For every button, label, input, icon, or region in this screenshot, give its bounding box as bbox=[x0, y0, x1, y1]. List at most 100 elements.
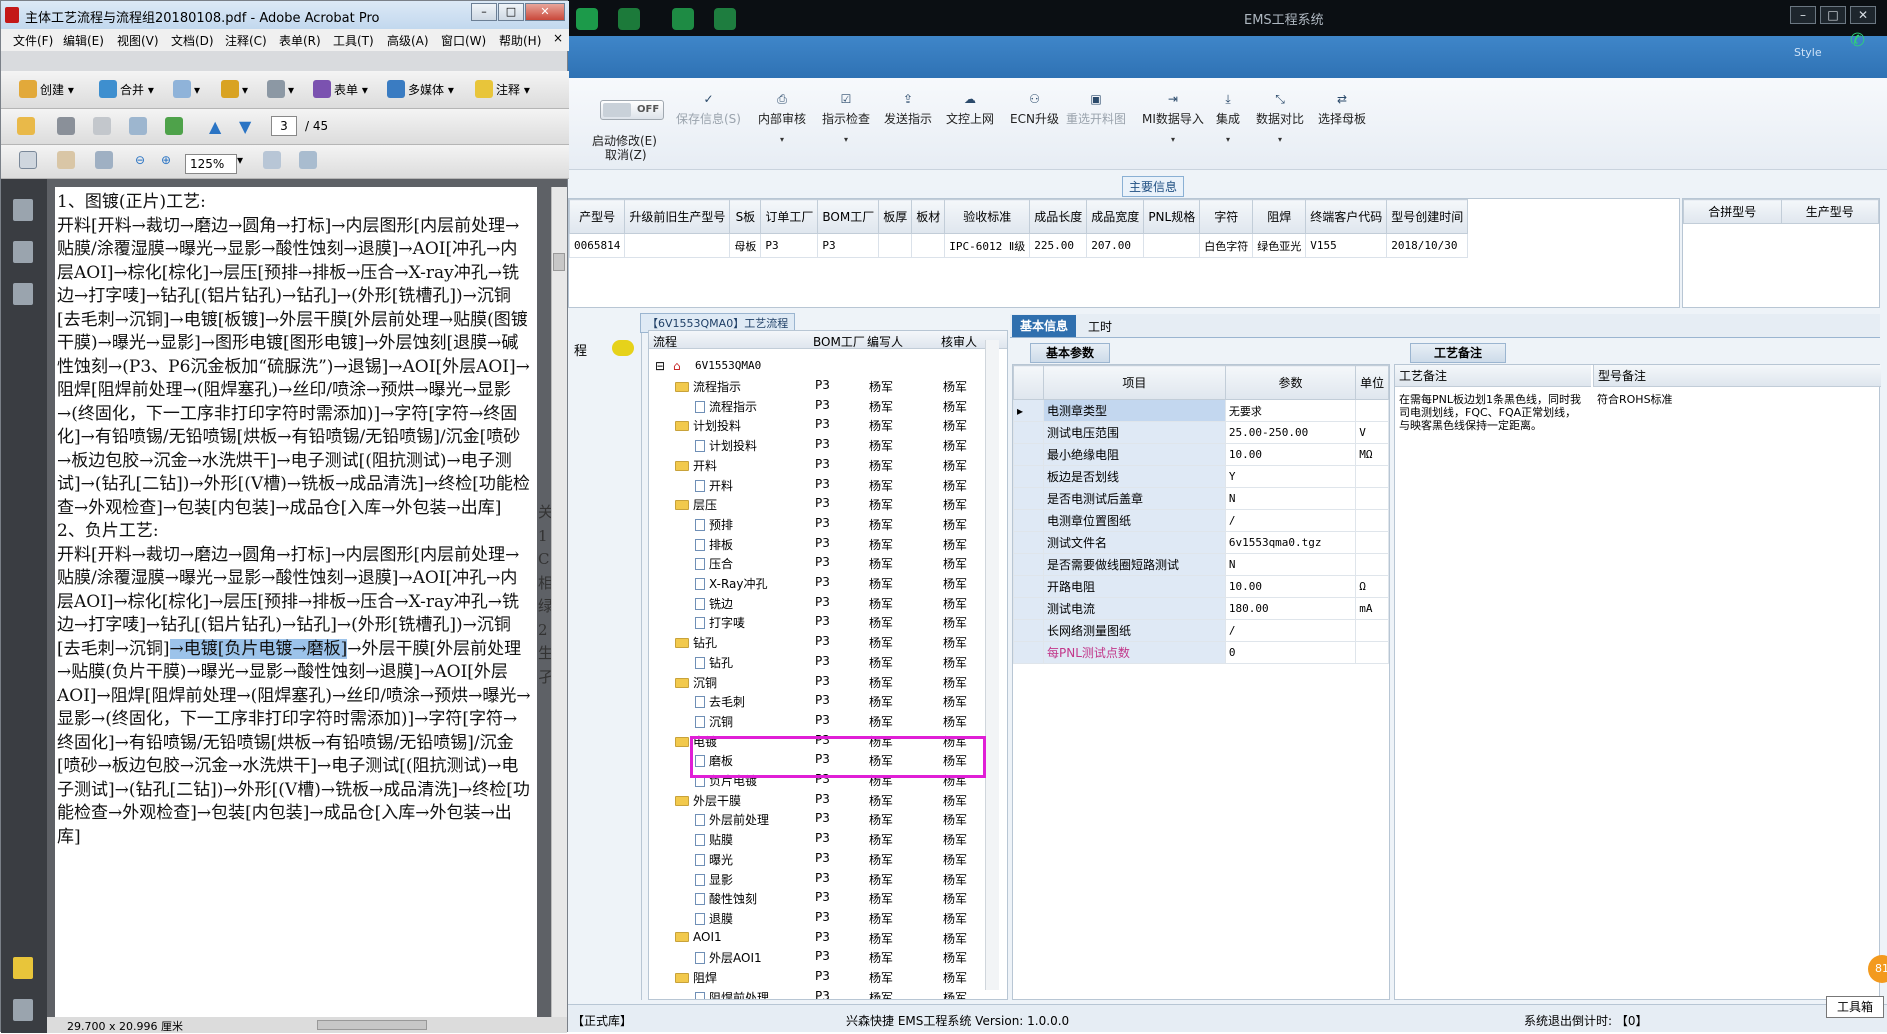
comment-button[interactable]: 注释 ▾ bbox=[475, 80, 530, 98]
tree-row[interactable]: 铣边 P3 杨军 杨军 bbox=[649, 593, 989, 612]
tree-root[interactable]: ⊟ ⌂ 6V1553QMA0 bbox=[649, 357, 989, 376]
pdf-text[interactable]: 1、图镀(正片)工艺: 开料[开料→裁切→磨边→圆角→打标]→内层图形[内层前处… bbox=[57, 191, 533, 849]
process-note[interactable]: 在需每PNL板边划1条黑色线，同时我司电测划线，FQC、FQA正常划线，与映客黑… bbox=[1399, 393, 1587, 432]
tree-row[interactable]: 沉铜 P3 杨军 杨军 bbox=[649, 711, 989, 730]
param-value[interactable]: N bbox=[1224, 487, 1357, 510]
pdf-highlight[interactable]: →电镀[负片电镀→磨板] bbox=[169, 638, 348, 659]
tree-row[interactable]: 打字唛 P3 杨军 杨军 bbox=[649, 612, 989, 631]
form-button[interactable]: 表单 ▾ bbox=[313, 80, 368, 98]
tree-row[interactable]: 开料 P3 杨军 杨军 bbox=[649, 455, 989, 474]
comments-icon[interactable] bbox=[13, 957, 33, 979]
cancel-button[interactable]: 取消(Z) bbox=[605, 146, 647, 163]
prev-page-icon[interactable]: ▲ bbox=[209, 117, 221, 136]
tree-row[interactable]: 流程指示 P3 杨军 杨军 bbox=[649, 396, 989, 415]
minimize-button[interactable]: – bbox=[1790, 6, 1816, 24]
tree-row[interactable]: 阻焊 P3 杨军 杨军 bbox=[649, 967, 989, 986]
chart-icon[interactable] bbox=[714, 8, 736, 30]
tab-work-hours[interactable]: 工时 bbox=[1088, 318, 1112, 335]
open-folder-icon[interactable] bbox=[17, 117, 38, 135]
hand-tool-icon[interactable] bbox=[57, 151, 78, 169]
integrate-button[interactable]: ⤓ 集成 ▾ bbox=[1216, 92, 1240, 144]
tree-row[interactable]: 计划投料 P3 杨军 杨军 bbox=[649, 435, 989, 454]
tree-row[interactable]: 开料 P3 杨军 杨军 bbox=[649, 475, 989, 494]
select-mother-button[interactable]: ⇄ 选择母板 bbox=[1318, 92, 1366, 127]
model-note[interactable]: 符合ROHS标准 bbox=[1597, 393, 1877, 406]
tree-row[interactable]: 钻孔 P3 杨军 杨军 bbox=[649, 652, 989, 671]
tree-row[interactable]: 外层干膜 P3 杨军 杨军 bbox=[649, 790, 989, 809]
sign-button[interactable]: ▾ bbox=[267, 80, 294, 98]
export-button[interactable]: ▾ bbox=[173, 80, 200, 98]
tree-row[interactable]: 贴膜 P3 杨军 杨军 bbox=[649, 829, 989, 848]
fit-width-icon[interactable] bbox=[299, 151, 320, 169]
menu-help[interactable]: 帮助(H) bbox=[499, 32, 541, 49]
param-tab[interactable]: 基本参数 bbox=[1030, 343, 1110, 363]
tree-row[interactable]: 外层AOI1 P3 杨军 杨军 bbox=[649, 947, 989, 966]
zoom-tool-icon[interactable] bbox=[95, 151, 116, 169]
fit-page-icon[interactable] bbox=[263, 151, 284, 169]
tree-row[interactable]: 压合 P3 杨军 杨军 bbox=[649, 553, 989, 572]
param-row[interactable]: 是否需要做线圈短路测试 N bbox=[1013, 553, 1389, 576]
close-doc-icon[interactable]: × bbox=[553, 31, 563, 45]
tree-row[interactable]: 层压 P3 杨军 杨军 bbox=[649, 494, 989, 513]
param-row[interactable]: 长网络测量图纸 / bbox=[1013, 619, 1389, 642]
collapse-icon[interactable]: ⊟ bbox=[655, 359, 665, 373]
acro-minimize-button[interactable]: – bbox=[471, 3, 497, 21]
pages-icon[interactable] bbox=[13, 199, 33, 221]
main-info-cell[interactable] bbox=[624, 233, 731, 258]
close-button[interactable]: ✕ bbox=[1850, 6, 1876, 24]
zoom-in-icon[interactable]: ⊕ bbox=[161, 153, 171, 167]
zoom-dropdown-icon[interactable]: ▾ bbox=[237, 153, 243, 167]
grid-icon[interactable] bbox=[618, 8, 640, 30]
param-value[interactable]: 25.00-250.00 bbox=[1224, 421, 1357, 444]
menu-advanced[interactable]: 高级(A) bbox=[387, 32, 429, 49]
edit-toggle[interactable]: OFF bbox=[600, 100, 664, 120]
tree-row[interactable]: 排板 P3 杨军 杨军 bbox=[649, 534, 989, 553]
multimedia-button[interactable]: 多媒体 ▾ bbox=[387, 80, 454, 98]
combine-button[interactable]: 合并 ▾ bbox=[99, 80, 154, 98]
main-info-cell[interactable]: P3 bbox=[817, 233, 880, 258]
pdf-scroll-thumb[interactable] bbox=[553, 253, 565, 271]
param-value[interactable]: 180.00 bbox=[1224, 597, 1357, 620]
page-number-input[interactable]: 3 bbox=[271, 116, 297, 136]
menu-view[interactable]: 视图(V) bbox=[117, 32, 159, 49]
param-row[interactable]: 电测章位置图纸 / bbox=[1013, 509, 1389, 532]
acro-maximize-button[interactable]: □ bbox=[498, 3, 524, 21]
main-info-cell[interactable] bbox=[878, 233, 913, 258]
chat-icon[interactable] bbox=[612, 340, 634, 356]
param-row[interactable]: 测试电压范围 25.00-250.00 V bbox=[1013, 421, 1389, 444]
param-value[interactable]: 0 bbox=[1224, 641, 1357, 664]
menu-form[interactable]: 表单(R) bbox=[279, 32, 321, 49]
menu-tools[interactable]: 工具(T) bbox=[333, 32, 374, 49]
tree-row[interactable]: 预排 P3 杨军 杨军 bbox=[649, 514, 989, 533]
email-icon[interactable] bbox=[129, 117, 150, 135]
tree-row[interactable]: X-Ray冲孔 P3 杨军 杨军 bbox=[649, 573, 989, 592]
menu-document[interactable]: 文档(D) bbox=[171, 32, 214, 49]
save-info-button[interactable]: ✓ 保存信息(S) bbox=[676, 92, 741, 127]
main-info-cell[interactable] bbox=[911, 233, 946, 258]
tree-row[interactable]: 沉铜 P3 杨军 杨军 bbox=[649, 672, 989, 691]
next-page-icon[interactable]: ▼ bbox=[239, 117, 251, 136]
menu-edit[interactable]: 编辑(E) bbox=[63, 32, 104, 49]
zoom-input[interactable]: 125% bbox=[185, 154, 237, 174]
param-value[interactable]: Y bbox=[1224, 465, 1357, 488]
mi-import-button[interactable]: ⇥ MI数据导入 ▾ bbox=[1142, 92, 1204, 144]
param-value[interactable]: / bbox=[1224, 619, 1357, 642]
create-button[interactable]: 创建 ▾ bbox=[19, 80, 74, 98]
tree-row[interactable]: AOI1 P3 杨军 杨军 bbox=[649, 928, 989, 947]
tree-row[interactable]: 曝光 P3 杨军 杨军 bbox=[649, 849, 989, 868]
tree-row[interactable]: 显影 P3 杨军 杨军 bbox=[649, 869, 989, 888]
style-label[interactable]: Style bbox=[1794, 46, 1822, 59]
main-info-cell[interactable]: 2018/10/30 bbox=[1386, 233, 1469, 258]
tree-row[interactable]: 流程指示 P3 杨军 杨军 bbox=[649, 376, 989, 395]
acro-close-button[interactable]: ✕ bbox=[525, 3, 565, 21]
attachments-icon[interactable] bbox=[13, 999, 33, 1021]
tree-row[interactable]: 去毛刺 P3 杨军 杨军 bbox=[649, 691, 989, 710]
maximize-button[interactable]: □ bbox=[1820, 6, 1846, 24]
bookmarks-icon[interactable] bbox=[13, 241, 33, 263]
secure-button[interactable]: ▾ bbox=[221, 80, 248, 98]
main-info-cell[interactable]: IPC-6012 Ⅱ级 bbox=[944, 233, 1031, 258]
main-info-cell[interactable]: P3 bbox=[760, 233, 819, 258]
save-icon[interactable] bbox=[93, 117, 114, 135]
main-info-cell[interactable]: 绿色亚光 bbox=[1252, 233, 1307, 258]
menu-comment[interactable]: 注释(C) bbox=[225, 32, 267, 49]
